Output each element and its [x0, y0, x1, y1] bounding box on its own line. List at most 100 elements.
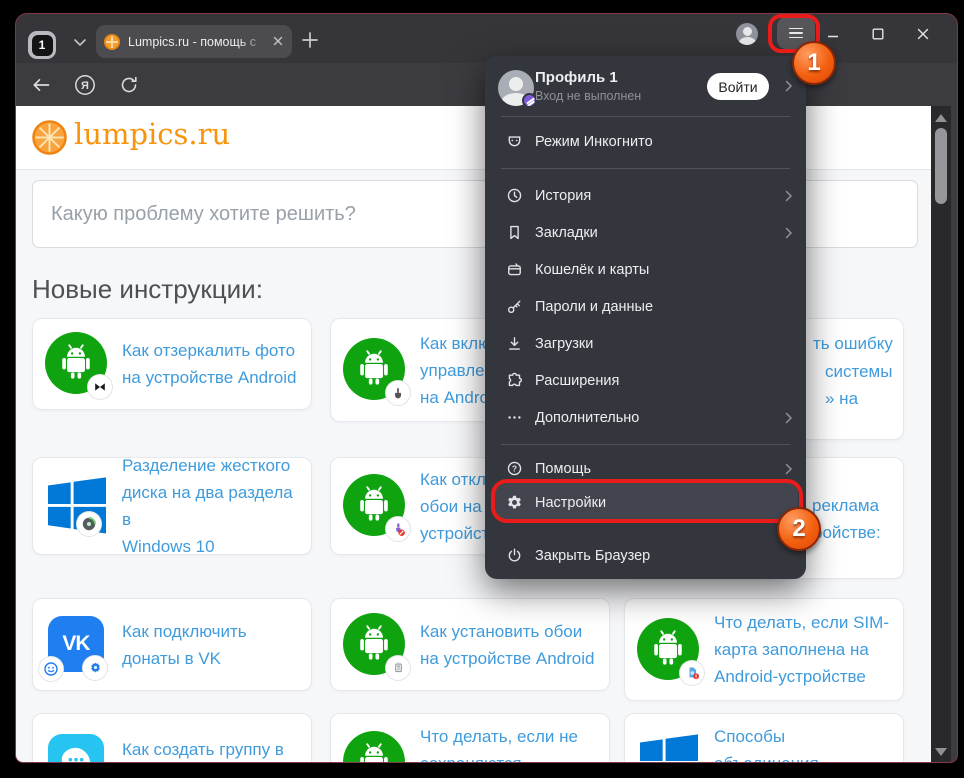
- profile-avatar-icon[interactable]: [736, 23, 758, 45]
- card-title-line: донаты в VK: [122, 645, 247, 672]
- login-button[interactable]: Войти: [707, 73, 769, 100]
- scroll-down-icon[interactable]: [935, 748, 947, 756]
- gear-badge-icon: [83, 656, 107, 680]
- yandex-icon[interactable]: Я: [74, 74, 96, 96]
- card-text-fragment: реклама: [812, 496, 879, 516]
- browser-tab[interactable]: Lumpics.ru - помощь с: [96, 25, 292, 58]
- lumpics-favicon-icon: [104, 34, 120, 50]
- article-card[interactable]: Способы объединения видео в один файл в: [624, 713, 904, 763]
- article-card[interactable]: Как создать группу в VK Мессенджере: [32, 713, 312, 763]
- menu-item-passwords[interactable]: Пароли и данные: [485, 288, 806, 325]
- card-title-line: Windows 10: [122, 533, 299, 560]
- android-icon: [45, 332, 109, 396]
- new-tab-button[interactable]: [300, 30, 320, 50]
- windows-icon: [637, 731, 701, 763]
- card-title-line: Разделение жесткого: [122, 452, 299, 479]
- menu-divider: [501, 444, 790, 445]
- chevron-down-icon[interactable]: [71, 33, 89, 51]
- article-card[interactable]: Что делать, если SIM- карта заполнена на…: [624, 598, 904, 701]
- annotation-rect-settings: [491, 479, 803, 523]
- scrollbar-thumb[interactable]: [935, 128, 947, 204]
- article-card[interactable]: VK Как подключить донаты в VK: [32, 598, 312, 691]
- bookmarks-icon: [506, 224, 523, 241]
- card-title-line: диска на два раздела в: [122, 479, 299, 533]
- menu-divider: [501, 116, 790, 117]
- vk-icon: VK: [45, 613, 109, 677]
- profile-status: Вход не выполнен: [535, 89, 641, 103]
- hand-pointer-badge-icon: [386, 381, 410, 405]
- card-text-fragment: ройстве:: [813, 523, 881, 543]
- tab-count: 1: [32, 35, 53, 56]
- card-title-line: Как отзеркалить фото: [122, 337, 296, 364]
- scroll-up-icon[interactable]: [935, 114, 947, 122]
- tab-title-fade: [240, 25, 266, 58]
- browser-window: 1 Lumpics.ru - помощь с: [15, 13, 958, 763]
- card-title-line: управлен: [420, 357, 494, 384]
- article-card[interactable]: Что делать, если не сохраняются контакты: [330, 713, 610, 763]
- article-card[interactable]: Как установить обои на устройстве Androi…: [330, 598, 610, 691]
- android-icon: [343, 474, 407, 538]
- help-icon: ?: [506, 460, 523, 477]
- card-title-line: на Androi: [420, 384, 494, 411]
- tab-title: Lumpics.ru - помощь с: [128, 35, 258, 49]
- menu-item-downloads[interactable]: Загрузки: [485, 325, 806, 362]
- card-title-line: карта заполнена на: [714, 636, 889, 663]
- page-scrollbar[interactable]: [931, 106, 951, 763]
- annotation-step-2: 2: [777, 507, 821, 551]
- disk-badge-icon: [77, 512, 101, 536]
- menu-item-extensions[interactable]: Расширения: [485, 362, 806, 399]
- windows-icon: [45, 474, 109, 538]
- chevron-right-icon[interactable]: [783, 80, 795, 92]
- close-tab-icon[interactable]: [270, 33, 286, 49]
- sim-alert-badge-icon: [680, 661, 704, 685]
- back-icon[interactable]: [30, 74, 52, 96]
- card-title-line: Как вклю: [420, 330, 494, 357]
- tab-counter-button[interactable]: 1: [28, 31, 56, 59]
- site-logo-text[interactable]: lumpics.ru: [74, 117, 230, 151]
- menu-item-more[interactable]: Дополнительно: [485, 399, 806, 436]
- menu-item-close-browser[interactable]: Закрыть Браузер: [485, 537, 806, 574]
- card-title-line: на устройстве Android: [122, 364, 296, 391]
- article-card[interactable]: Разделение жесткого диска на два раздела…: [32, 457, 312, 555]
- brush-blocked-badge-icon: [386, 517, 410, 541]
- card-title-line: на устройстве Android: [420, 645, 594, 672]
- section-title: Новые инструкции:: [32, 274, 263, 305]
- android-icon: [343, 731, 407, 763]
- annotation-step-1: 1: [792, 41, 836, 85]
- maximize-button[interactable]: [864, 22, 892, 46]
- more-dots-icon: [506, 409, 523, 426]
- card-title-line: Способы объединения: [714, 723, 891, 764]
- android-icon: [343, 338, 407, 402]
- menu-divider: [501, 168, 790, 169]
- svg-text:?: ?: [512, 464, 517, 474]
- card-title-line: Как создать группу в: [122, 736, 284, 763]
- svg-text:Я: Я: [81, 80, 89, 92]
- mirror-badge-icon: [88, 375, 112, 399]
- card-text-fragment: ть ошибку: [813, 334, 893, 354]
- puzzle-icon: [506, 372, 523, 389]
- download-icon: [506, 335, 523, 352]
- lumpics-logo-icon[interactable]: [32, 120, 67, 155]
- power-icon: [506, 547, 523, 564]
- close-window-button[interactable]: [909, 22, 937, 46]
- android-icon: [343, 613, 407, 677]
- wallet-icon: [506, 261, 523, 278]
- menu-item-history[interactable]: История: [485, 177, 806, 214]
- card-text-fragment: » на: [825, 389, 858, 409]
- reload-icon[interactable]: [118, 74, 140, 96]
- profile-name: Профиль 1: [535, 69, 618, 86]
- menu-item-incognito[interactable]: Режим Инкогнито: [485, 123, 806, 160]
- menu-item-bookmarks[interactable]: Закладки: [485, 214, 806, 251]
- vk-messenger-icon: [45, 731, 109, 763]
- card-title-line: Как подключить: [122, 618, 247, 645]
- incognito-mask-icon: [506, 133, 523, 150]
- card-title-line: Android-устройстве: [714, 663, 889, 690]
- card-title-line: сохраняются контакты: [420, 750, 597, 764]
- history-clock-icon: [506, 187, 523, 204]
- menu-item-wallet[interactable]: Кошелёк и карты: [485, 251, 806, 288]
- article-card[interactable]: Как отзеркалить фото на устройстве Andro…: [32, 318, 312, 410]
- card-title-line: Как установить обои: [420, 618, 594, 645]
- card-text-fragment: системы: [825, 362, 892, 382]
- android-icon: [637, 618, 701, 682]
- smiley-badge-icon: [39, 657, 63, 681]
